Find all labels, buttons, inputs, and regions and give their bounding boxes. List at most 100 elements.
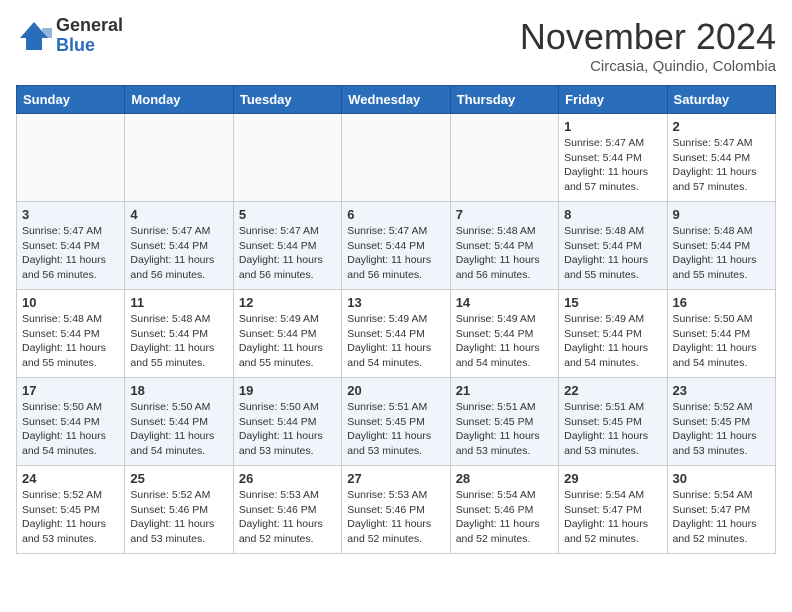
day-info: Sunrise: 5:54 AM Sunset: 5:46 PM Dayligh… [456, 488, 553, 547]
day-info: Sunrise: 5:52 AM Sunset: 5:45 PM Dayligh… [22, 488, 119, 547]
day-number: 11 [130, 295, 227, 310]
calendar-cell: 15 Sunrise: 5:49 AM Sunset: 5:44 PM Dayli… [559, 290, 667, 378]
calendar-cell: 10 Sunrise: 5:48 AM Sunset: 5:44 PM Dayli… [17, 290, 125, 378]
day-info: Sunrise: 5:48 AM Sunset: 5:44 PM Dayligh… [673, 224, 770, 283]
calendar-cell: 28 Sunrise: 5:54 AM Sunset: 5:46 PM Dayli… [450, 466, 558, 554]
calendar-cell: 8 Sunrise: 5:48 AM Sunset: 5:44 PM Daylig… [559, 202, 667, 290]
calendar-cell: 26Sunrise: 5:53 AM Sunset: 5:46 PM Dayli… [233, 466, 341, 554]
location: Circasia, Quindio, Colombia [520, 58, 776, 75]
calendar-cell: 12Sunrise: 5:49 AM Sunset: 5:44 PM Dayli… [233, 290, 341, 378]
calendar-header-friday: Friday [559, 86, 667, 114]
day-number: 24 [22, 471, 119, 486]
calendar-cell [342, 114, 450, 202]
calendar-header-thursday: Thursday [450, 86, 558, 114]
day-number: 29 [564, 471, 661, 486]
day-info: Sunrise: 5:48 AM Sunset: 5:44 PM Dayligh… [22, 312, 119, 371]
calendar-cell [17, 114, 125, 202]
day-info: Sunrise: 5:50 AM Sunset: 5:44 PM Dayligh… [22, 400, 119, 459]
day-number: 27 [347, 471, 444, 486]
day-info: Sunrise: 5:48 AM Sunset: 5:44 PM Dayligh… [456, 224, 553, 283]
month-title: November 2024 [520, 16, 776, 58]
calendar-cell: 13Sunrise: 5:49 AM Sunset: 5:44 PM Dayli… [342, 290, 450, 378]
day-number: 15 [564, 295, 661, 310]
day-info: Sunrise: 5:48 AM Sunset: 5:44 PM Dayligh… [130, 312, 227, 371]
calendar-header-sunday: Sunday [17, 86, 125, 114]
calendar-cell: 11 Sunrise: 5:48 AM Sunset: 5:44 PM Dayli… [125, 290, 233, 378]
day-info: Sunrise: 5:51 AM Sunset: 5:45 PM Dayligh… [456, 400, 553, 459]
calendar-cell: 24 Sunrise: 5:52 AM Sunset: 5:45 PM Dayli… [17, 466, 125, 554]
day-number: 10 [22, 295, 119, 310]
calendar-cell: 5 Sunrise: 5:47 AM Sunset: 5:44 PM Daylig… [233, 202, 341, 290]
day-number: 25 [130, 471, 227, 486]
day-number: 3 [22, 207, 119, 222]
day-info: Sunrise: 5:48 AM Sunset: 5:44 PM Dayligh… [564, 224, 661, 283]
calendar-cell: 14 Sunrise: 5:49 AM Sunset: 5:44 PM Dayli… [450, 290, 558, 378]
day-number: 20 [347, 383, 444, 398]
calendar-table: SundayMondayTuesdayWednesdayThursdayFrid… [16, 85, 776, 554]
day-info: Sunrise: 5:52 AM Sunset: 5:45 PM Dayligh… [673, 400, 770, 459]
calendar-cell: 3 Sunrise: 5:47 AM Sunset: 5:44 PM Daylig… [17, 202, 125, 290]
calendar-cell: 17Sunrise: 5:50 AM Sunset: 5:44 PM Dayli… [17, 378, 125, 466]
day-number: 30 [673, 471, 770, 486]
day-info: Sunrise: 5:49 AM Sunset: 5:44 PM Dayligh… [564, 312, 661, 371]
day-number: 28 [456, 471, 553, 486]
day-number: 9 [673, 207, 770, 222]
day-info: Sunrise: 5:54 AM Sunset: 5:47 PM Dayligh… [564, 488, 661, 547]
calendar-header-wednesday: Wednesday [342, 86, 450, 114]
calendar-cell [125, 114, 233, 202]
day-number: 12 [239, 295, 336, 310]
logo-text: General Blue [56, 16, 123, 56]
day-info: Sunrise: 5:47 AM Sunset: 5:44 PM Dayligh… [564, 136, 661, 195]
calendar-header-saturday: Saturday [667, 86, 775, 114]
day-info: Sunrise: 5:50 AM Sunset: 5:44 PM Dayligh… [673, 312, 770, 371]
calendar-cell: 1 Sunrise: 5:47 AM Sunset: 5:44 PM Daylig… [559, 114, 667, 202]
day-info: Sunrise: 5:47 AM Sunset: 5:44 PM Dayligh… [673, 136, 770, 195]
calendar-cell: 9 Sunrise: 5:48 AM Sunset: 5:44 PM Daylig… [667, 202, 775, 290]
day-number: 23 [673, 383, 770, 398]
day-number: 4 [130, 207, 227, 222]
calendar-cell: 21 Sunrise: 5:51 AM Sunset: 5:45 PM Dayli… [450, 378, 558, 466]
calendar-cell: 20Sunrise: 5:51 AM Sunset: 5:45 PM Dayli… [342, 378, 450, 466]
day-number: 19 [239, 383, 336, 398]
title-block: November 2024 Circasia, Quindio, Colombi… [520, 16, 776, 75]
calendar-cell [450, 114, 558, 202]
day-number: 2 [673, 119, 770, 134]
day-number: 13 [347, 295, 444, 310]
day-info: Sunrise: 5:50 AM Sunset: 5:44 PM Dayligh… [130, 400, 227, 459]
day-info: Sunrise: 5:47 AM Sunset: 5:44 PM Dayligh… [239, 224, 336, 283]
day-info: Sunrise: 5:54 AM Sunset: 5:47 PM Dayligh… [673, 488, 770, 547]
day-number: 18 [130, 383, 227, 398]
day-number: 8 [564, 207, 661, 222]
day-info: Sunrise: 5:52 AM Sunset: 5:46 PM Dayligh… [130, 488, 227, 547]
calendar-cell: 22 Sunrise: 5:51 AM Sunset: 5:45 PM Dayli… [559, 378, 667, 466]
calendar-header-tuesday: Tuesday [233, 86, 341, 114]
day-info: Sunrise: 5:49 AM Sunset: 5:44 PM Dayligh… [456, 312, 553, 371]
day-info: Sunrise: 5:53 AM Sunset: 5:46 PM Dayligh… [239, 488, 336, 547]
day-info: Sunrise: 5:47 AM Sunset: 5:44 PM Dayligh… [130, 224, 227, 283]
page-header: General Blue November 2024 Circasia, Qui… [16, 16, 776, 75]
day-number: 16 [673, 295, 770, 310]
day-number: 22 [564, 383, 661, 398]
calendar-cell: 30 Sunrise: 5:54 AM Sunset: 5:47 PM Dayli… [667, 466, 775, 554]
day-number: 7 [456, 207, 553, 222]
calendar-cell [233, 114, 341, 202]
day-number: 14 [456, 295, 553, 310]
day-info: Sunrise: 5:51 AM Sunset: 5:45 PM Dayligh… [564, 400, 661, 459]
calendar-cell: 18 Sunrise: 5:50 AM Sunset: 5:44 PM Dayli… [125, 378, 233, 466]
calendar-cell: 27Sunrise: 5:53 AM Sunset: 5:46 PM Dayli… [342, 466, 450, 554]
day-info: Sunrise: 5:47 AM Sunset: 5:44 PM Dayligh… [22, 224, 119, 283]
calendar-cell: 6Sunrise: 5:47 AM Sunset: 5:44 PM Daylig… [342, 202, 450, 290]
calendar-cell: 7 Sunrise: 5:48 AM Sunset: 5:44 PM Daylig… [450, 202, 558, 290]
calendar-cell: 4 Sunrise: 5:47 AM Sunset: 5:44 PM Daylig… [125, 202, 233, 290]
calendar-cell: 2 Sunrise: 5:47 AM Sunset: 5:44 PM Daylig… [667, 114, 775, 202]
calendar-cell: 23 Sunrise: 5:52 AM Sunset: 5:45 PM Dayli… [667, 378, 775, 466]
day-number: 1 [564, 119, 661, 134]
day-number: 6 [347, 207, 444, 222]
day-number: 21 [456, 383, 553, 398]
calendar-cell: 16 Sunrise: 5:50 AM Sunset: 5:44 PM Dayli… [667, 290, 775, 378]
day-number: 5 [239, 207, 336, 222]
logo-icon [16, 18, 52, 54]
day-info: Sunrise: 5:50 AM Sunset: 5:44 PM Dayligh… [239, 400, 336, 459]
logo: General Blue [16, 16, 123, 56]
calendar-header-monday: Monday [125, 86, 233, 114]
